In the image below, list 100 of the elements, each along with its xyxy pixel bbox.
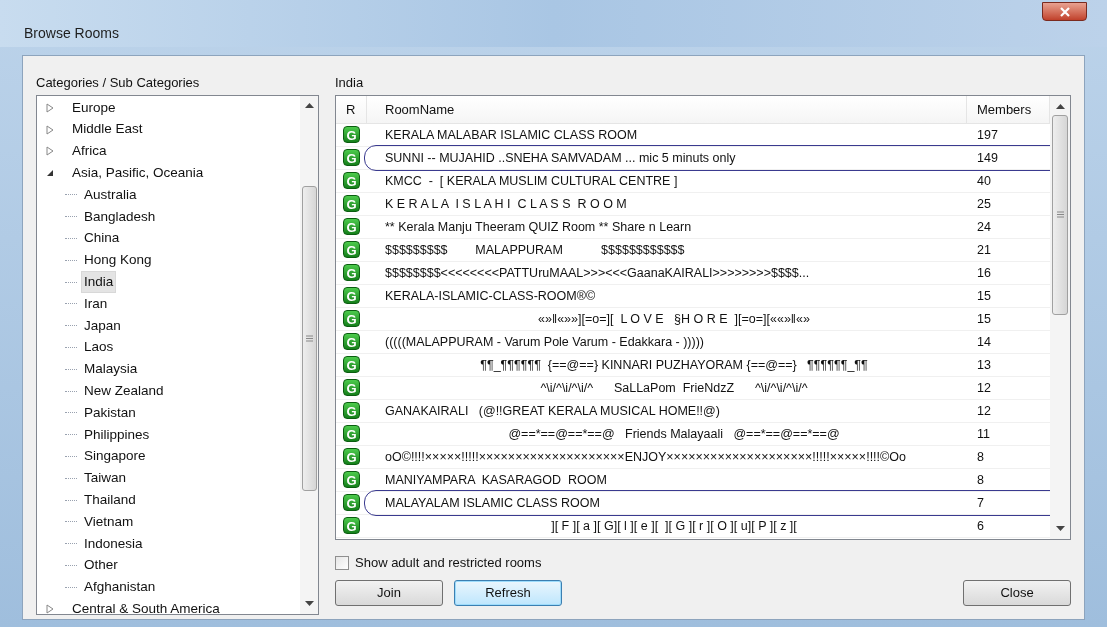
grip-icon (1056, 211, 1064, 219)
room-name[interactable]: (((((MALAPPURAM - Varum Pole Varum - Edakkara - ))))) (367, 332, 967, 352)
tree-item[interactable]: Laos (81, 336, 117, 359)
member-count: 7 (976, 494, 985, 512)
collapsed-triangle-icon[interactable] (46, 146, 54, 157)
room-name[interactable]: oO©!!!!×××××!!!!!××××××××××××××××××××ENJOY××××××××××××××××××××!!!!!×××××!!!!©Oo (367, 447, 967, 467)
collapsed-triangle-icon[interactable] (46, 124, 54, 135)
member-count: 8 (976, 471, 985, 489)
tree-item[interactable]: China (81, 227, 123, 250)
tree-item[interactable]: Other (81, 554, 121, 577)
scroll-up-icon[interactable] (304, 102, 314, 108)
room-type-badge: G (343, 448, 360, 466)
grip-icon (305, 334, 313, 342)
tree-item[interactable]: Afghanistan (81, 576, 159, 599)
room-name[interactable]: $$$$$$$$$ MALAPPURAM $$$$$$$$$$$$ (367, 240, 967, 260)
tree-item[interactable]: Africa (69, 140, 110, 163)
tree-item[interactable]: Indonesia (81, 532, 146, 555)
room-name[interactable]: MANIYAMPARA KASARAGOD ROOM (367, 470, 967, 490)
member-count: 13 (976, 356, 992, 374)
member-count: 21 (976, 241, 992, 259)
close-icon (1059, 6, 1070, 17)
room-name[interactable]: KMCC - [ KERALA MUSLIM CULTURAL CENTRE ] (367, 171, 967, 191)
room-type-badge: G (343, 310, 360, 328)
room-name[interactable]: ^\i/^\i/^\i/^ SaLLaPom FrieNdzZ ^\i/^\i/^\i/^ (367, 378, 967, 398)
expanded-triangle-icon[interactable] (46, 169, 54, 178)
scroll-down-icon[interactable] (1055, 525, 1065, 531)
room-name[interactable]: «»‖«»»][=o=][ L O V E §H O R E ][=o=][««»‖«» (367, 309, 967, 329)
room-name[interactable]: K E R A L A I S L A H I C L A S S R O O M (367, 194, 967, 214)
member-count: 11 (976, 425, 991, 443)
tree-item[interactable]: Singapore (81, 445, 149, 468)
room-name[interactable]: ][ F ][ a ][ G][ l ][ e ][ ][ G ][ r ][ O ][ u][ P ][ z ][ (367, 516, 967, 536)
room-type-badge: G (343, 218, 360, 236)
tree-item[interactable]: Bangladesh (81, 205, 159, 228)
tree-item[interactable]: Central & South America (69, 598, 223, 614)
tree-item[interactable]: Australia (81, 183, 140, 207)
room-name[interactable]: $$$$$$$$<<<<<<<<PATTUruMAAL>>><<<GaanaKAIRALI>>>>>>>>$$$$... (367, 263, 967, 283)
room-type-badge: G (343, 287, 360, 305)
room-type-badge: G (343, 425, 360, 443)
member-count: 15 (976, 310, 992, 328)
room-type-badge: G (343, 379, 360, 397)
room-type-badge: G (343, 241, 360, 259)
room-name[interactable]: GANAKAIRALI (@!!GREAT KERALA MUSICAL HOME!!@) (367, 401, 967, 421)
member-count: 197 (976, 126, 999, 144)
room-type-badge: G (343, 333, 360, 351)
member-count: 16 (976, 264, 992, 282)
tree-item[interactable]: Thailand (81, 489, 139, 512)
tree-item[interactable]: Hong Kong (81, 249, 155, 272)
scrollbar[interactable] (1050, 95, 1070, 539)
member-count: 15 (976, 287, 992, 305)
checkbox-label: Show adult and restricted rooms (355, 554, 542, 573)
checkbox[interactable] (335, 555, 349, 570)
room-name[interactable]: ¶¶_¶¶¶¶¶¶ {==@==} KINNARI PUZHAYORAM {==@==} ¶¶¶¶¶¶_¶¶ (367, 355, 967, 375)
room-type-badge: G (343, 471, 360, 489)
tree-item[interactable]: Pakistan (81, 401, 139, 425)
window-title: Browse Rooms (24, 26, 119, 40)
tree-item[interactable]: Malaysia (81, 358, 141, 381)
tree-item[interactable]: Japan (81, 314, 124, 337)
dialog-button[interactable]: Close (963, 579, 1071, 606)
member-count: 40 (976, 172, 992, 190)
member-count: 12 (976, 379, 992, 397)
tree-item[interactable]: Philippines (81, 423, 153, 446)
member-count: 6 (976, 517, 985, 535)
room-list-title: India (335, 73, 365, 92)
room-name[interactable]: MALAYALAM ISLAMIC CLASS ROOM (367, 493, 967, 513)
tree-item[interactable]: Asia, Pasific, Oceania (69, 162, 207, 185)
room-type-badge: G (343, 402, 360, 420)
room-type-badge: G (343, 149, 360, 167)
room-type-badge: G (343, 517, 360, 535)
tree-item[interactable]: Iran (81, 292, 111, 316)
scroll-down-icon[interactable] (304, 600, 314, 606)
room-type-badge: G (343, 494, 360, 512)
member-count: 8 (976, 448, 985, 466)
dialog-button[interactable]: Join (335, 579, 443, 606)
collapsed-triangle-icon[interactable] (46, 604, 54, 614)
scrollbar[interactable] (300, 95, 318, 614)
room-type-badge: G (343, 126, 360, 144)
categories-label: Categories / Sub Categories (36, 73, 201, 92)
room-name[interactable]: KERALA MALABAR ISLAMIC CLASS ROOM (367, 125, 967, 145)
tree-item[interactable]: New Zealand (81, 380, 167, 403)
room-type-badge: G (343, 264, 360, 282)
tree-item[interactable]: Middle East (69, 118, 146, 141)
member-count: 14 (976, 333, 992, 351)
room-name[interactable]: @==*==@==*==@ Friends Malayaali @==*==@==*==@ (367, 424, 967, 444)
scroll-up-icon[interactable] (1055, 103, 1065, 109)
room-name[interactable]: KERALA-ISLAMIC-CLASS-ROOM®© (367, 286, 967, 306)
room-name[interactable]: SUNNI -- MUJAHID ..SNEHA SAMVADAM ... mic 5 minuts only (367, 148, 967, 168)
tree-item[interactable]: Europe (69, 96, 119, 119)
room-type-badge: G (343, 356, 360, 374)
column-header[interactable]: R (336, 95, 367, 123)
room-name[interactable]: ** Kerala Manju Theeram QUIZ Room ** Share n Learn (367, 217, 967, 237)
member-count: 149 (976, 149, 999, 167)
tree-item[interactable]: Taiwan (81, 467, 130, 490)
collapsed-triangle-icon[interactable] (46, 102, 54, 113)
member-count: 12 (976, 402, 992, 420)
dialog-button[interactable]: Refresh (454, 579, 562, 606)
member-count: 25 (976, 195, 992, 213)
tree-item[interactable]: India (81, 271, 117, 294)
tree-item[interactable]: Vietnam (81, 510, 137, 534)
column-header[interactable]: RoomName (367, 95, 967, 123)
close-button[interactable] (1042, 2, 1087, 21)
